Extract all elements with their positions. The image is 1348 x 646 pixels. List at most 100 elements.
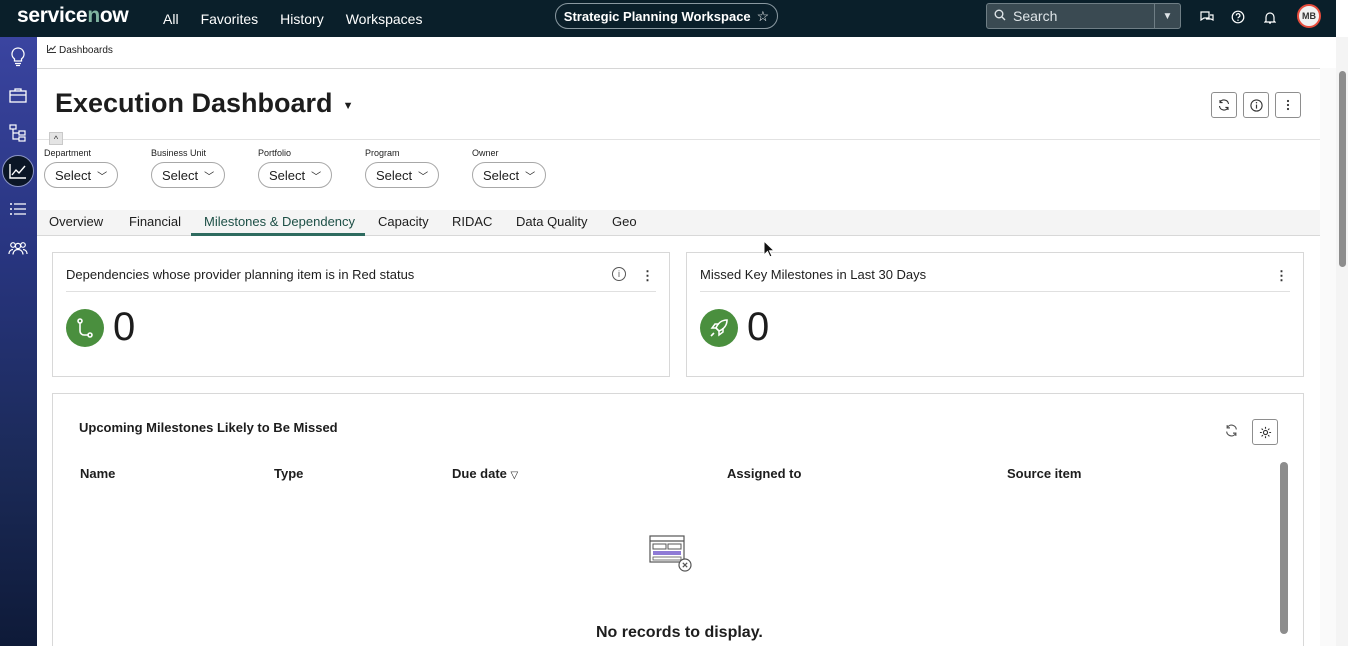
caret-down-icon[interactable]: ▼ [343,100,354,112]
program-select[interactable]: Select ﹀ [365,162,440,188]
column-label: Due date [452,466,507,481]
tab-capacity[interactable]: Capacity [378,214,429,229]
title-divider [37,139,1320,140]
business-unit-select[interactable]: Select ﹀ [151,162,226,188]
filter-label: Portfolio [258,148,292,158]
breadcrumb-dashboards[interactable]: Dashboards [59,45,113,56]
menu-favorites[interactable]: Favorites [201,11,259,27]
page-scrollbar[interactable] [1336,37,1348,646]
mouse-cursor-icon [763,239,776,263]
filter-program: Program Select ﹀ [365,148,440,188]
tab-financial[interactable]: Financial [129,214,181,229]
rocket-icon [700,309,738,347]
card-divider [700,291,1290,292]
filter-department: Department Select ﹀ [44,148,119,188]
select-value: Select [269,167,306,183]
filter-label: Business Unit [151,148,207,158]
upcoming-milestones-card: Upcoming Milestones Likely to Be Missed … [52,393,1304,646]
kpi-value[interactable]: 0 [113,305,135,350]
card-title: Upcoming Milestones Likely to Be Missed [79,420,338,435]
filter-owner: Owner Select ﹀ [472,148,547,188]
missed-key-milestones-card: Missed Key Milestones in Last 30 Days ⋮ … [686,252,1304,377]
content-right-gutter [1320,68,1336,646]
tab-ridac[interactable]: RIDAC [452,214,492,229]
workspace-name: Strategic Planning Workspace [563,8,751,24]
select-value: Select [162,167,199,183]
dashboard-chart-icon[interactable] [2,155,34,187]
menu-workspaces[interactable]: Workspaces [346,11,423,27]
owner-select[interactable]: Select ﹀ [472,162,547,188]
chevron-down-icon: ﹀ [418,171,429,183]
tab-overview[interactable]: Overview [49,214,103,229]
more-options-button[interactable] [1275,92,1301,118]
table-settings-button[interactable] [1252,419,1278,445]
empty-table-illustration-icon [649,534,695,579]
search-scope-dropdown-icon[interactable]: ▼ [1154,4,1180,28]
dashboard-title-selector[interactable]: Execution Dashboard ▼ [55,88,353,119]
column-header-name[interactable]: Name [80,466,115,481]
help-icon[interactable] [1229,8,1247,26]
top-navigation-bar: servicenow All Favorites History Workspa… [0,0,1336,37]
card-title: Missed Key Milestones in Last 30 Days [700,267,927,282]
empty-state-message: No records to display. [596,624,763,641]
column-header-assigned-to[interactable]: Assigned to [727,466,801,481]
column-header-due-date[interactable]: Due date ▽ [452,466,518,481]
table-scrollbar-thumb[interactable] [1280,462,1288,634]
workspace-switcher[interactable]: Strategic Planning Workspace ☆ [555,3,778,29]
portfolio-select[interactable]: Select ﹀ [258,162,333,188]
active-tab-indicator [191,233,365,236]
page-title: Execution Dashboard [55,88,333,118]
left-sidebar [0,37,37,646]
filter-portfolio: Portfolio Select ﹀ [258,148,333,188]
dependencies-red-status-card: Dependencies whose provider planning ite… [52,252,670,377]
hierarchy-icon[interactable] [6,121,30,145]
card-more-icon[interactable]: ⋮ [1275,268,1288,284]
chevron-down-icon: ﹀ [97,171,108,183]
filter-label: Program [365,148,400,158]
refresh-icon[interactable] [1225,424,1238,440]
notifications-bell-icon[interactable] [1261,8,1279,26]
select-value: Select [483,167,520,183]
briefcase-icon[interactable] [6,83,30,107]
tab-milestones-dependency[interactable]: Milestones & Dependency [204,214,355,229]
lightbulb-icon[interactable] [6,45,30,69]
dependency-icon [66,309,104,347]
card-more-icon[interactable]: ⋮ [641,268,654,284]
chart-line-icon [47,45,56,56]
department-select[interactable]: Select ﹀ [44,162,119,188]
breadcrumb[interactable]: Dashboards [47,45,113,56]
tab-geo[interactable]: Geo [612,214,637,229]
list-icon[interactable] [6,197,30,221]
main-menu: All Favorites History Workspaces [152,0,433,37]
filter-label: Department [44,148,92,158]
page-scrollbar-thumb[interactable] [1339,71,1346,267]
star-icon[interactable]: ☆ [757,8,770,25]
card-title: Dependencies whose provider planning ite… [66,267,415,282]
filter-icon[interactable]: ▽ [511,470,519,481]
column-header-source-item[interactable]: Source item [1007,466,1081,481]
info-icon[interactable]: i [612,267,626,281]
info-button[interactable] [1243,92,1269,118]
menu-all[interactable]: All [163,11,179,27]
kpi-value[interactable]: 0 [747,305,769,350]
menu-history[interactable]: History [280,11,324,27]
card-divider [66,291,656,292]
user-avatar[interactable]: MB [1297,4,1321,28]
refresh-dashboard-button[interactable] [1211,92,1237,118]
search-input[interactable]: Search [1013,8,1154,24]
chevron-down-icon: ﹀ [204,171,215,183]
collapse-filters-icon[interactable]: ^ [49,132,63,145]
select-value: Select [55,167,92,183]
chevron-down-icon: ﹀ [311,171,322,183]
filter-business-unit: Business Unit Select ﹀ [151,148,226,188]
servicenow-logo[interactable]: servicenow [17,4,129,28]
tab-data-quality[interactable]: Data Quality [516,214,588,229]
chevron-down-icon: ﹀ [525,171,536,183]
breadcrumb-divider [37,68,1320,69]
team-icon[interactable] [6,236,30,260]
filter-label: Owner [472,148,499,158]
global-search[interactable]: Search ▼ [986,3,1181,29]
chat-icon[interactable] [1198,8,1216,26]
select-value: Select [376,167,413,183]
column-header-type[interactable]: Type [274,466,303,481]
